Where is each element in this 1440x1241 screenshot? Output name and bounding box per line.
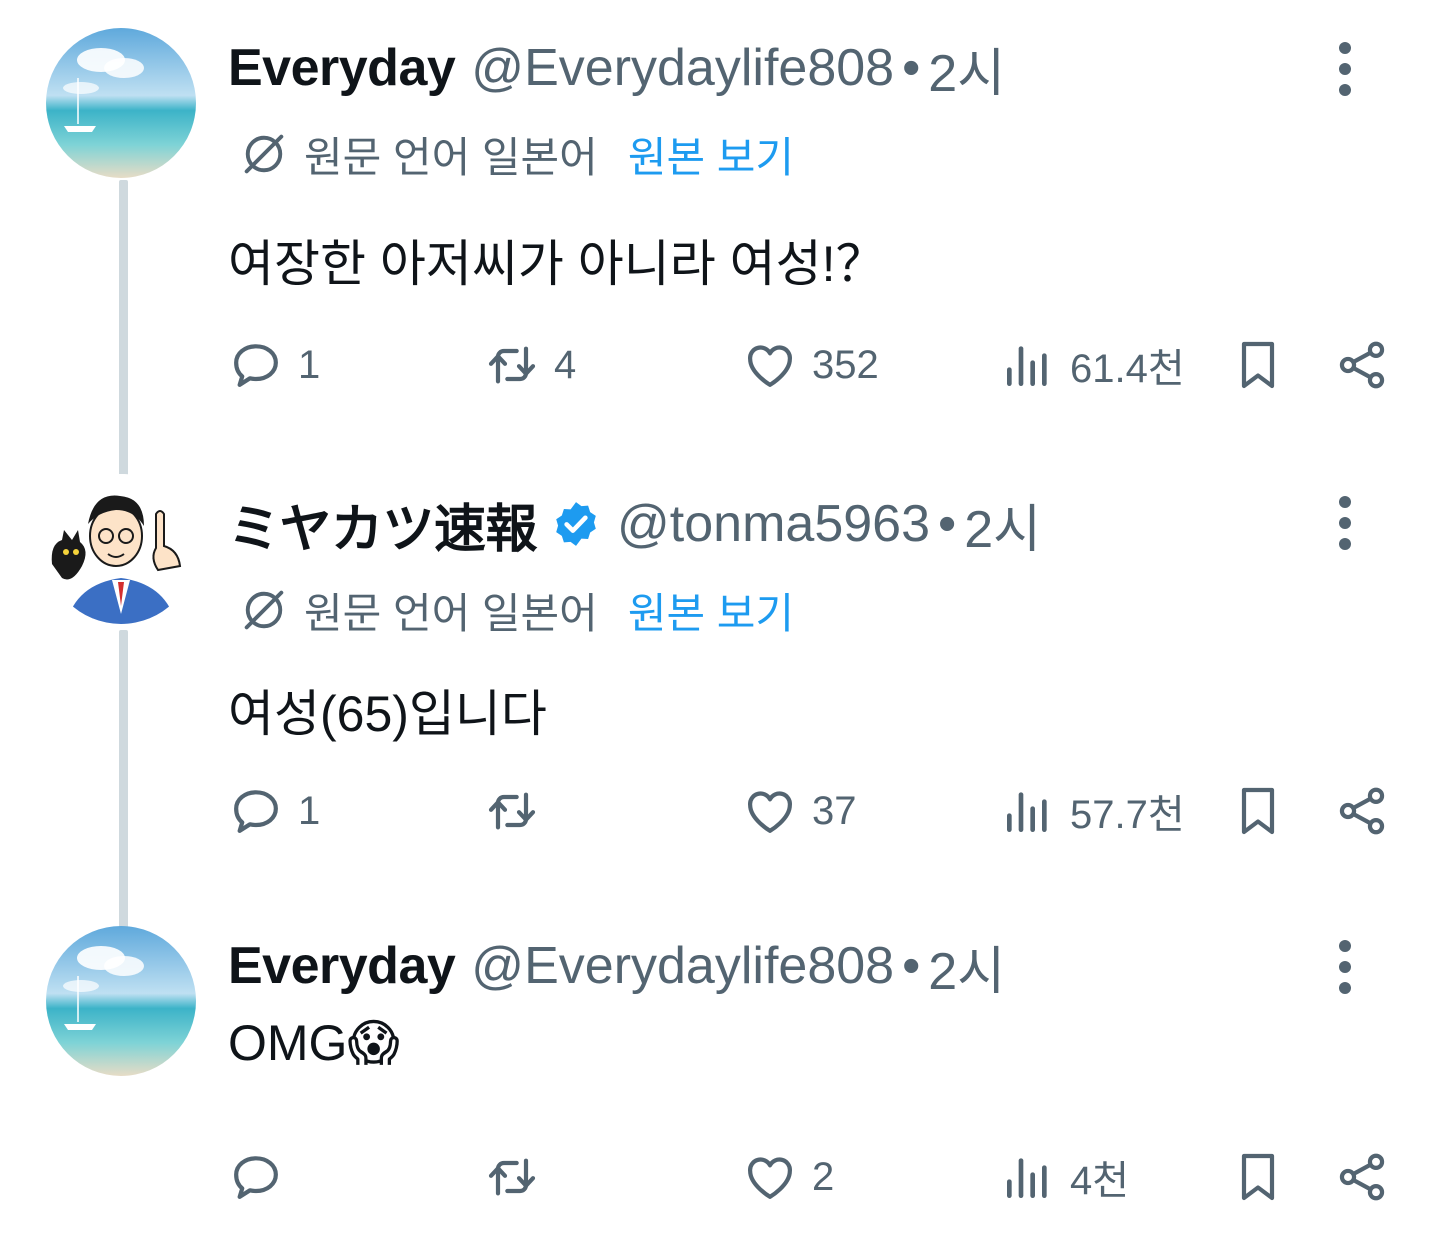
share-button[interactable] [1334, 330, 1390, 400]
translation-notice: 원문 언어 일본어 원본 보기 [238, 124, 794, 184]
reply-icon [228, 337, 284, 393]
view-count: 61.4천 [1070, 347, 1185, 391]
reply-icon [228, 1149, 284, 1205]
views-button[interactable]: 61.4천 [1000, 330, 1185, 400]
tweet-header: Everyday @Everydaylife808 • 2시 [228, 926, 1005, 1006]
like-count: 37 [812, 788, 857, 833]
translate-icon [238, 584, 290, 636]
translate-icon [238, 128, 290, 180]
reply-button[interactable]: 1 [228, 776, 320, 846]
tweet[interactable]: Everyday @Everydaylife808 • 2시 원문 언어 일본어… [0, 28, 1440, 438]
translation-notice: 원문 언어 일본어 원본 보기 [238, 580, 794, 640]
user-handle[interactable]: @Everydaylife808 [471, 38, 894, 98]
views-button[interactable]: 57.7천 [1000, 776, 1185, 846]
separator-dot: • [902, 937, 921, 995]
display-name[interactable]: ミヤカツ速報 [228, 487, 538, 562]
show-original-link[interactable]: 원본 보기 [628, 580, 794, 641]
translation-label: 원문 언어 일본어 [304, 133, 598, 181]
bookmark-icon [1230, 783, 1286, 839]
separator-dot: • [938, 495, 957, 553]
tweet-header: ミヤカツ速報 @tonma5963 • 2시 [228, 484, 1041, 564]
retweet-button[interactable]: 4 [484, 330, 576, 400]
views-icon [1000, 783, 1056, 839]
share-icon [1334, 1149, 1390, 1205]
translation-label: 원문 언어 일본어 [304, 589, 598, 637]
bookmark-button[interactable] [1230, 776, 1286, 846]
like-button[interactable]: 2 [742, 1142, 834, 1212]
action-bar: 1 4 352 61.4천 [228, 330, 1400, 400]
display-name[interactable]: Everyday [228, 936, 456, 996]
bookmark-button[interactable] [1230, 1142, 1286, 1212]
avatar[interactable] [46, 474, 196, 624]
timestamp[interactable]: 2시 [964, 487, 1041, 562]
reply-button[interactable] [228, 1142, 298, 1212]
reply-icon [228, 783, 284, 839]
tweet[interactable]: ミヤカツ速報 @tonma5963 • 2시 원문 언어 일본어 원본 보기 여… [0, 474, 1440, 884]
heart-icon [742, 337, 798, 393]
like-button[interactable]: 352 [742, 330, 879, 400]
reply-count: 1 [298, 342, 321, 387]
view-count: 57.7천 [1070, 793, 1185, 837]
display-name[interactable]: Everyday [228, 38, 456, 98]
bookmark-icon [1230, 1149, 1286, 1205]
more-options-button[interactable] [1330, 940, 1360, 994]
view-count: 4천 [1070, 1159, 1130, 1203]
timestamp[interactable]: 2시 [928, 31, 1005, 106]
user-handle[interactable]: @tonma5963 [617, 494, 930, 554]
reply-button[interactable]: 1 [228, 330, 320, 400]
bookmark-button[interactable] [1230, 330, 1286, 400]
share-icon [1334, 783, 1390, 839]
heart-icon [742, 1149, 798, 1205]
like-count: 2 [812, 1154, 835, 1199]
retweet-icon [484, 783, 540, 839]
verified-badge-icon [551, 499, 601, 549]
share-icon [1334, 337, 1390, 393]
share-button[interactable] [1334, 1142, 1390, 1212]
share-button[interactable] [1334, 776, 1390, 846]
separator-dot: • [902, 39, 921, 97]
views-icon [1000, 337, 1056, 393]
retweet-icon [484, 337, 540, 393]
tweet-text: 여장한 아저씨가 아니라 여성!？ [228, 236, 886, 292]
tweet-text: 여성(65)입니다 [228, 686, 547, 742]
heart-icon [742, 783, 798, 839]
views-icon [1000, 1149, 1056, 1205]
more-options-button[interactable] [1330, 496, 1360, 550]
tweet-header: Everyday @Everydaylife808 • 2시 [228, 28, 1005, 108]
action-bar: 1 37 57.7천 [228, 776, 1400, 846]
retweet-button[interactable] [484, 776, 554, 846]
like-button[interactable]: 37 [742, 776, 857, 846]
bookmark-icon [1230, 337, 1286, 393]
retweet-count: 4 [554, 342, 577, 387]
tweet-text: OMG😱 [228, 1014, 400, 1072]
more-options-button[interactable] [1330, 42, 1360, 96]
user-handle[interactable]: @Everydaylife808 [471, 936, 894, 996]
tweet[interactable]: Everyday @Everydaylife808 • 2시 OMG😱 2 4천 [0, 926, 1440, 1226]
action-bar: 2 4천 [228, 1142, 1400, 1212]
scream-emoji: 😱 [347, 1015, 400, 1071]
tweet-text-body: OMG [228, 1015, 348, 1071]
retweet-icon [484, 1149, 540, 1205]
reply-count: 1 [298, 788, 321, 833]
timestamp[interactable]: 2시 [928, 929, 1005, 1004]
show-original-link[interactable]: 원본 보기 [628, 124, 794, 185]
like-count: 352 [812, 342, 879, 387]
views-button[interactable]: 4천 [1000, 1142, 1129, 1212]
avatar[interactable] [46, 28, 196, 178]
retweet-button[interactable] [484, 1142, 554, 1212]
avatar[interactable] [46, 926, 196, 1076]
